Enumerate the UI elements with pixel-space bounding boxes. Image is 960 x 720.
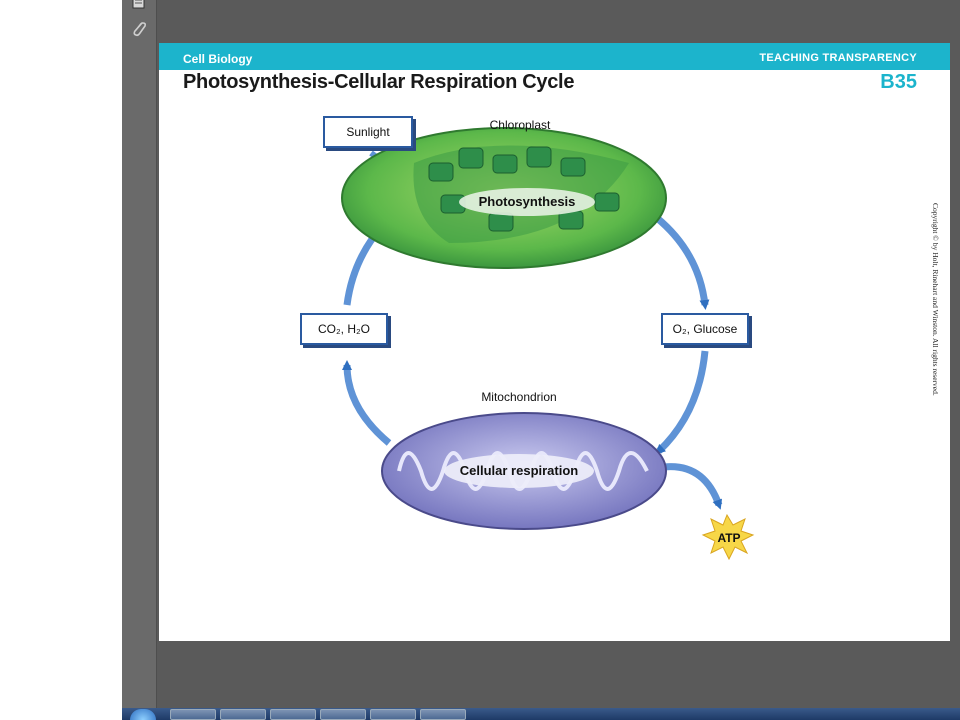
- paperclip-icon[interactable]: [130, 20, 148, 38]
- left-margin: [0, 0, 122, 708]
- outputs-label: O₂, Glucose: [672, 322, 738, 336]
- arrow-mitochondrion-to-atp: [663, 463, 723, 510]
- inputs-label: CO₂, H₂O: [318, 322, 370, 336]
- document-page: Cell Biology TEACHING TRANSPARENCY Photo…: [159, 43, 950, 641]
- taskbar-button-folder[interactable]: [220, 709, 266, 720]
- windows-taskbar: [122, 708, 960, 720]
- sunlight-label: Sunlight: [346, 125, 390, 139]
- inputs-box: CO₂, H₂O: [300, 313, 388, 345]
- copyright-notice: Copyright © by Holt, Rinehart and Winsto…: [930, 203, 940, 433]
- viewer-side-toolbar: [122, 0, 157, 708]
- chloroplast-label: Chloroplast: [490, 118, 551, 132]
- taskbar-button-chrome[interactable]: [320, 709, 366, 720]
- sunlight-box: Sunlight: [323, 116, 413, 148]
- taskbar-button-office[interactable]: [370, 709, 416, 720]
- start-orb-icon[interactable]: [130, 709, 156, 720]
- outputs-box: O₂, Glucose: [661, 313, 749, 345]
- taskbar-button-pdf[interactable]: [420, 709, 466, 720]
- cellular-respiration-label: Cellular respiration: [460, 463, 579, 478]
- taskbar-button-media[interactable]: [270, 709, 316, 720]
- page-icon[interactable]: [130, 0, 148, 12]
- cycle-diagram: Chloroplast Photosynthesis Mitochondrion…: [341, 118, 755, 561]
- arrow-chloroplast-to-outputs: [654, 215, 710, 310]
- arrow-mitochondrion-to-inputs: [342, 360, 392, 446]
- mitochondrion-label: Mitochondrion: [481, 390, 556, 404]
- taskbar-button-browser[interactable]: [170, 709, 216, 720]
- copyright-text: Copyright © by Holt, Rinehart and Winsto…: [931, 203, 940, 396]
- photosynthesis-label: Photosynthesis: [479, 194, 576, 209]
- atp-label: ATP: [717, 531, 740, 545]
- arrow-outputs-to-mitochondrion: [655, 350, 709, 455]
